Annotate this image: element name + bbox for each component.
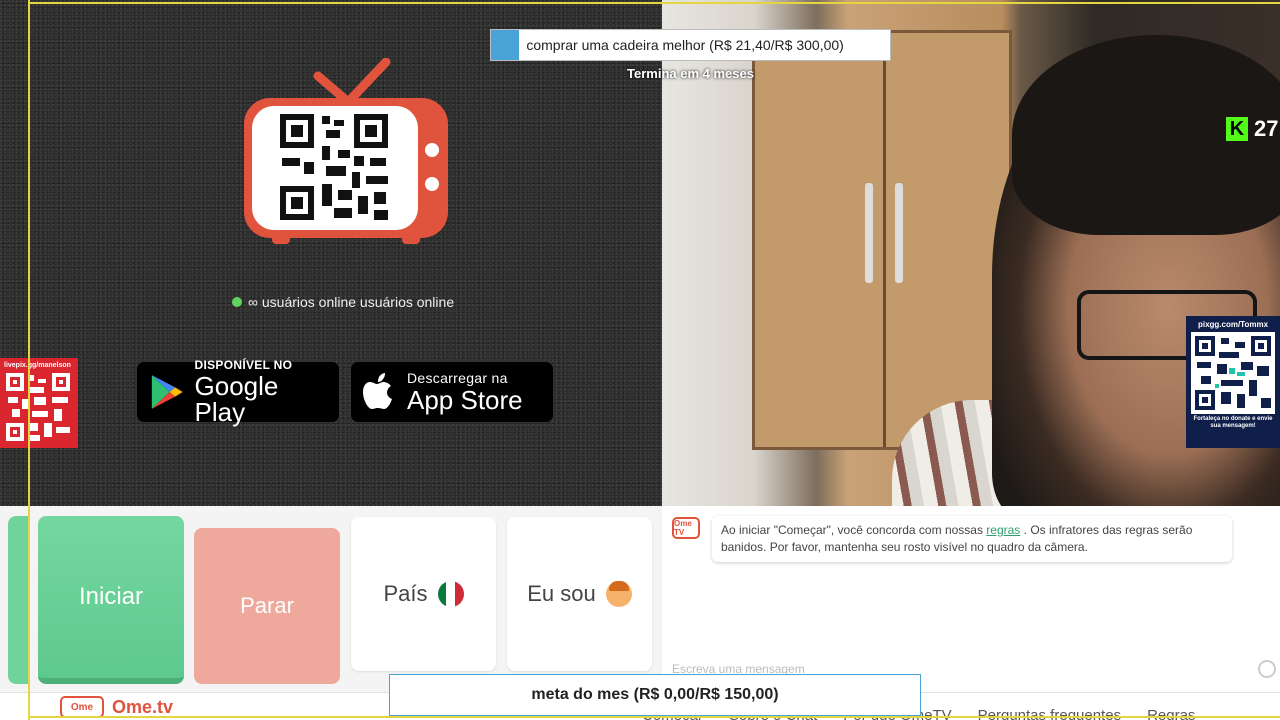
google-play-icon	[151, 375, 183, 409]
brand-name: Ome.tv	[112, 696, 174, 717]
online-users-text: ∞ usuários online usuários online	[248, 294, 455, 310]
start-button-edge	[8, 516, 30, 684]
system-chat-message: Ao iniciar "Começar", você concorda com …	[712, 516, 1232, 562]
start-button[interactable]: Iniciar	[38, 516, 184, 684]
pixgg-qr-icon	[1191, 332, 1275, 414]
online-dot-icon	[232, 297, 242, 307]
pixgg-footer: Fortaleça no donate e envie sua mensagem…	[1193, 416, 1273, 430]
country-button-label: País	[383, 581, 428, 606]
country-button[interactable]: País	[351, 517, 496, 671]
google-play-small: DISPONÍVEL NO	[194, 358, 293, 372]
app-store-badge[interactable]: Descarregar na App Store	[350, 361, 554, 423]
goal-progress-fill	[491, 30, 520, 60]
livepix-qr-card: livepix.gg/manelson	[0, 358, 78, 448]
goal-progress-bar: comprar uma cadeira melhor (R$ 21,40/R$ …	[490, 29, 891, 61]
google-play-big: Google Play	[194, 371, 279, 427]
ometv-chat-logo-icon: Ome TV	[672, 517, 700, 539]
monthly-goal-bar: meta do mes (R$ 0,00/R$ 150,00)	[389, 674, 921, 716]
app-store-small: Descarregar na	[407, 370, 508, 386]
pixgg-qr-card: pixgg.com/Tommx Fortaleça no donate e en…	[1186, 316, 1280, 448]
monthly-goal-text: meta do mes (R$ 0,00/R$ 150,00)	[531, 686, 779, 703]
kick-viewer-count: 27	[1254, 116, 1279, 141]
i-am-button-label: Eu sou	[527, 581, 596, 606]
wardrobe	[752, 30, 1012, 450]
ometv-logo-icon: Ome	[60, 696, 104, 718]
emoji-icon[interactable]	[1258, 660, 1276, 678]
stop-button[interactable]: Parar	[194, 528, 340, 684]
rules-link[interactable]: regras	[986, 523, 1020, 537]
mexico-flag-icon	[437, 581, 464, 607]
i-am-button[interactable]: Eu sou	[507, 517, 652, 671]
boy-avatar-icon	[605, 581, 632, 607]
tv-qr-logo-icon	[244, 58, 448, 244]
stream-frame-top	[28, 2, 1280, 4]
nav-link-faq[interactable]: Perguntas frequentes	[978, 707, 1121, 720]
chat-msg-before: Ao iniciar "Começar", você concorda com …	[721, 523, 987, 537]
goal-text: comprar uma cadeira melhor (R$ 21,40/R$ …	[526, 37, 844, 53]
nav-link-rules[interactable]: Regras	[1147, 707, 1195, 720]
stop-button-label: Parar	[240, 593, 294, 618]
app-store-big: App Store	[407, 385, 523, 415]
kick-viewers-badge: K 27	[1226, 116, 1278, 142]
google-play-badge[interactable]: DISPONÍVEL NO Google Play	[136, 358, 340, 427]
livepix-qr-icon	[4, 371, 72, 443]
online-users-status: ∞ usuários online usuários online	[232, 294, 454, 310]
stream-frame-bottom	[28, 716, 1280, 718]
goal-ends-text: Termina em 4 meses	[627, 66, 754, 81]
pixgg-url: pixgg.com/Tommx	[1197, 320, 1269, 329]
apple-icon	[363, 373, 392, 409]
kick-icon: K	[1226, 117, 1248, 141]
stream-frame-left	[28, 0, 30, 720]
start-button-label: Iniciar	[78, 583, 144, 610]
livepix-url: livepix.gg/manelson	[4, 362, 71, 369]
brand[interactable]: Ome Ome.tv	[60, 696, 173, 718]
